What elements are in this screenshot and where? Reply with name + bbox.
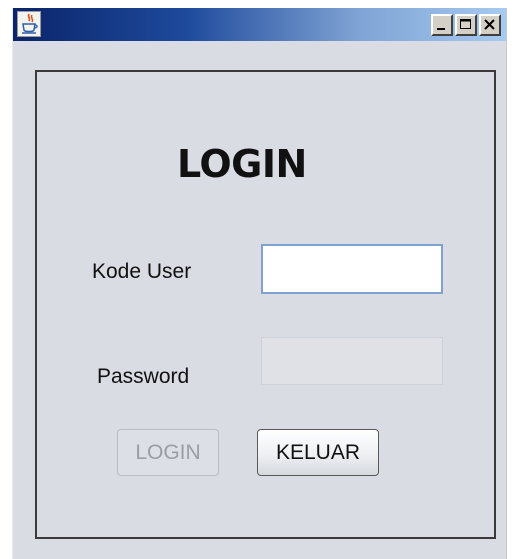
maximize-icon bbox=[460, 19, 471, 29]
keluar-button[interactable]: KELUAR bbox=[257, 429, 379, 476]
password-input[interactable] bbox=[261, 337, 443, 385]
login-heading: LOGIN bbox=[177, 142, 307, 186]
password-label: Password bbox=[97, 365, 190, 388]
app-window: LOGIN Kode User Password LOGIN KELUAR bbox=[12, 8, 507, 559]
java-cup-icon[interactable] bbox=[17, 11, 41, 37]
login-button[interactable]: LOGIN bbox=[117, 429, 219, 476]
minimize-button[interactable] bbox=[431, 14, 453, 36]
kode-user-label: Kode User bbox=[92, 260, 192, 283]
minimize-icon bbox=[437, 28, 445, 30]
kode-user-input[interactable] bbox=[261, 244, 443, 294]
close-button[interactable] bbox=[479, 14, 501, 36]
title-bar[interactable] bbox=[13, 8, 506, 41]
maximize-button[interactable] bbox=[455, 14, 477, 36]
close-icon bbox=[484, 19, 495, 30]
login-panel: LOGIN Kode User Password LOGIN KELUAR bbox=[35, 70, 496, 539]
